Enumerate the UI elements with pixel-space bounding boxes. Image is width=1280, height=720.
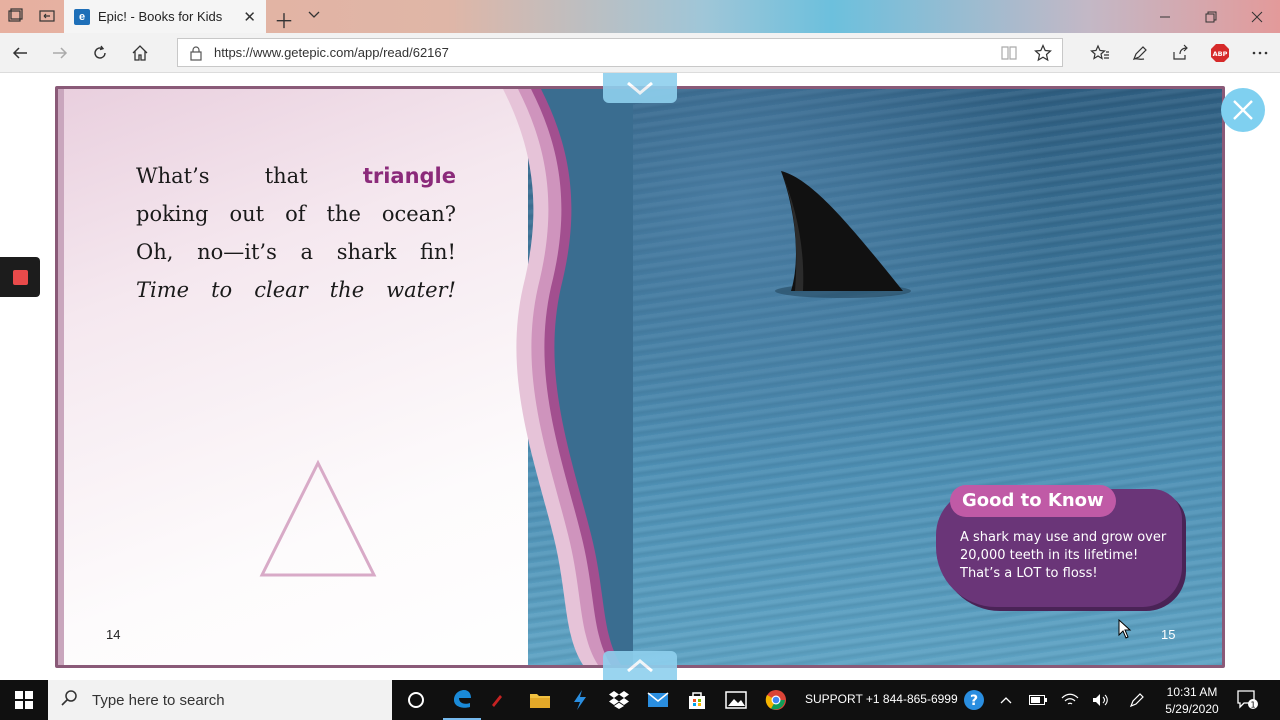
volume-icon[interactable]: [1087, 680, 1115, 720]
tab-close-icon[interactable]: ✕: [243, 8, 256, 26]
left-page-number: 14: [106, 627, 121, 642]
search-icon: [60, 689, 78, 712]
epic-favicon-icon: e: [74, 8, 90, 25]
battery-icon[interactable]: [1024, 680, 1052, 720]
pen-notes-icon[interactable]: [1128, 41, 1152, 65]
restore-icon[interactable]: [1188, 0, 1234, 33]
triangle-illustration: [258, 459, 378, 584]
taskbar-search-input[interactable]: Type here to search: [48, 680, 392, 720]
chrome-icon[interactable]: [757, 680, 795, 720]
close-icon: [1233, 100, 1253, 120]
edge-browser-icon[interactable]: [443, 680, 481, 720]
search-placeholder: Type here to search: [92, 691, 225, 709]
record-button[interactable]: [0, 257, 40, 297]
highlighted-word: triangle: [362, 164, 456, 188]
story-text: What’s that triangle poking out of the o…: [136, 157, 456, 309]
dropbox-icon[interactable]: [600, 680, 638, 720]
story-line: poking out of the ocean?: [136, 202, 456, 226]
favorite-star-icon[interactable]: [1034, 44, 1052, 67]
share-icon[interactable]: [1168, 41, 1192, 65]
support-phone-text: SUPPORT +1 844-865-6999: [805, 692, 958, 706]
app-pen-icon[interactable]: [478, 680, 516, 720]
wifi-icon[interactable]: [1056, 680, 1084, 720]
adblock-plus-icon[interactable]: ABP: [1208, 41, 1232, 65]
tab-epic-books[interactable]: e Epic! - Books for Kids ✕: [64, 0, 266, 33]
tab-title: Epic! - Books for Kids: [98, 9, 223, 24]
forward-arrow-icon[interactable]: [48, 41, 72, 65]
set-tabs-aside-icon[interactable]: [38, 7, 56, 25]
window-controls: [1142, 0, 1280, 33]
story-line: What’s that triangle: [136, 157, 456, 195]
home-icon[interactable]: [128, 41, 152, 65]
show-hidden-icons-chevron-icon[interactable]: [992, 680, 1020, 720]
photos-icon[interactable]: [717, 680, 755, 720]
book-spread: What’s that triangle poking out of the o…: [55, 86, 1225, 668]
good-to-know-callout: Good to Know A shark may use and grow ov…: [936, 485, 1182, 607]
back-arrow-icon[interactable]: [8, 41, 32, 65]
action-center-icon[interactable]: 1: [1236, 680, 1260, 720]
reading-view-icon[interactable]: [1000, 45, 1018, 66]
taskbar-clock[interactable]: 10:31 AM 5/29/2020: [1160, 684, 1224, 718]
tab-list-chevron-icon[interactable]: [306, 6, 322, 27]
callout-title: Good to Know: [950, 485, 1116, 517]
minimize-icon[interactable]: [1142, 0, 1188, 33]
file-explorer-icon[interactable]: [521, 680, 559, 720]
record-stop-icon: [12, 269, 28, 285]
mail-icon[interactable]: [639, 680, 677, 720]
chevron-down-icon: [627, 81, 653, 95]
browser-tab-bar: e Epic! - Books for Kids ✕ ＋: [0, 0, 1280, 33]
more-menu-icon[interactable]: [1248, 41, 1272, 65]
notification-count: 1: [1250, 701, 1255, 710]
bolt-app-icon[interactable]: [561, 680, 599, 720]
help-icon[interactable]: ?: [960, 680, 988, 720]
clock-time: 10:31 AM: [1166, 685, 1218, 699]
collapse-toolbar-button[interactable]: [603, 73, 677, 103]
svg-text:?: ?: [970, 693, 978, 709]
adblock-label: ABP: [1213, 50, 1228, 58]
story-line: Oh, no—it’s a shark fin!: [136, 240, 456, 264]
tab-actions: [6, 7, 56, 25]
page-edge: [58, 89, 64, 665]
browser-toolbar: https://www.getepic.com/app/read/62167 A…: [0, 33, 1280, 73]
callout-text: A shark may use and grow over 20,000 tee…: [960, 530, 1167, 581]
page-wave-border: [503, 89, 633, 665]
lock-icon: [188, 45, 204, 61]
mouse-cursor-icon: [1118, 618, 1132, 644]
url-text: https://www.getepic.com/app/read/62167: [214, 45, 449, 60]
address-bar[interactable]: https://www.getepic.com/app/read/62167: [177, 38, 1063, 67]
close-book-button[interactable]: [1221, 88, 1265, 132]
story-text-part: What’s that: [136, 164, 363, 188]
windows-start-icon[interactable]: [0, 680, 48, 720]
close-window-icon[interactable]: [1234, 0, 1280, 33]
refresh-icon[interactable]: [88, 41, 112, 65]
pen-workspace-icon[interactable]: [1123, 680, 1151, 720]
chevron-up-icon: [627, 658, 653, 672]
store-icon[interactable]: [678, 680, 716, 720]
cortana-icon[interactable]: [397, 680, 435, 720]
shark-fin-illustration: [775, 171, 911, 298]
favorites-hub-icon[interactable]: [1088, 41, 1112, 65]
windows-taskbar: Type here to search SUPPORT +1 844-865-6…: [0, 680, 1280, 720]
tab-manager-icon[interactable]: [6, 7, 24, 25]
new-tab-plus-icon[interactable]: ＋: [274, 5, 294, 34]
right-page-number: 15: [1161, 627, 1176, 642]
story-line: Time to clear the water!: [136, 278, 456, 302]
clock-date: 5/29/2020: [1165, 702, 1219, 716]
epic-reader: What’s that triangle poking out of the o…: [0, 73, 1280, 680]
expand-page-strip-button[interactable]: [603, 651, 677, 680]
